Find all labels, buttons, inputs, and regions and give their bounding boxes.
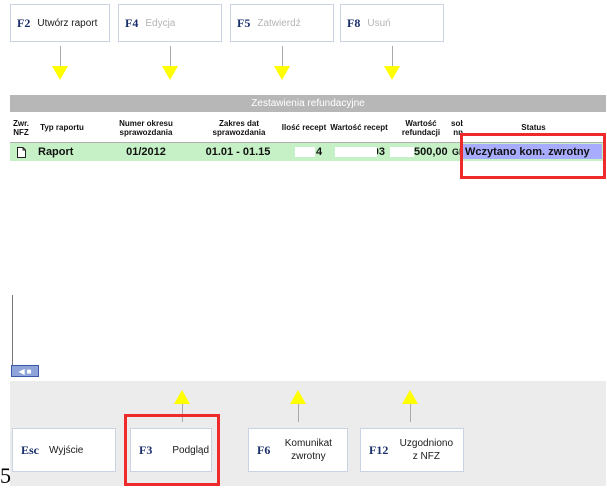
- col-header-zwr-nfz[interactable]: Zwr. NFZ: [10, 113, 32, 142]
- cell-period-number: 01/2012: [126, 146, 166, 158]
- redaction-mask: [335, 147, 377, 157]
- arrow-stem: [298, 404, 299, 422]
- f12-label: Uzgodniono z NFZ: [399, 438, 454, 462]
- f2-key-label: F2: [17, 15, 31, 30]
- status-highlight-box: [460, 133, 606, 179]
- scroll-left-icon[interactable]: ◀: [19, 367, 25, 376]
- f12-key-label: F12: [369, 442, 389, 457]
- document-icon: [14, 143, 28, 161]
- table-title: Zestawienia refundacyjne: [10, 95, 606, 112]
- arrow-stem: [410, 404, 411, 422]
- redaction-mask: [295, 147, 315, 157]
- f8-label: Usuń: [367, 17, 391, 29]
- down-arrow-icon: [274, 66, 290, 80]
- col-header-prescription-count[interactable]: Ilość recept: [280, 113, 328, 142]
- f6-return-message-button[interactable]: F6 Komunikat zwrotny: [248, 428, 348, 472]
- arrow-stem: [60, 46, 61, 66]
- f3-highlight-box: [124, 414, 220, 486]
- f12-agreed-nfz-button[interactable]: F12 Uzgodniono z NFZ: [360, 428, 464, 472]
- vertical-scrollbar[interactable]: [12, 295, 13, 365]
- down-arrow-icon: [162, 66, 178, 80]
- f2-create-report-button[interactable]: F2 Utwórz raport: [10, 4, 110, 42]
- stray-character: 5: [0, 463, 11, 488]
- down-arrow-icon: [52, 66, 68, 80]
- cell-report-type: Raport: [38, 146, 74, 158]
- f2-label: Utwórz raport: [37, 17, 98, 29]
- f4-edit-button[interactable]: F4 Edycja: [118, 4, 222, 42]
- col-header-refund-value[interactable]: Wartość refundacji: [392, 113, 450, 142]
- f4-key-label: F4: [125, 15, 139, 30]
- up-arrow-icon: [174, 390, 190, 404]
- esc-label: Wyjście: [49, 444, 84, 456]
- redaction-mask: [390, 147, 414, 157]
- f5-key-label: F5: [237, 15, 251, 30]
- esc-key-label: Esc: [21, 442, 39, 457]
- arrow-stem: [282, 46, 283, 66]
- f6-label: Komunikat zwrotny: [284, 438, 332, 462]
- f8-delete-button[interactable]: F8 Usuń: [340, 4, 444, 42]
- arrow-stem: [392, 46, 393, 66]
- horizontal-scroll-control[interactable]: ◀ ■: [11, 365, 39, 377]
- f5-label: Zatwierdź: [257, 17, 301, 29]
- f8-key-label: F8: [347, 15, 361, 30]
- scroll-thumb-icon[interactable]: ■: [27, 367, 32, 376]
- down-arrow-icon: [384, 66, 400, 80]
- f5-approve-button[interactable]: F5 Zatwierdź: [230, 4, 334, 42]
- f4-label: Edycja: [145, 17, 176, 29]
- esc-exit-button[interactable]: Esc Wyjście: [12, 428, 116, 472]
- cell-refund-value: 500,00: [414, 146, 448, 158]
- cell-date-range: 01.01 - 01.15: [205, 146, 271, 158]
- col-header-report-type[interactable]: Typ raportu: [34, 113, 90, 142]
- col-header-period-number[interactable]: Numer okresu sprawozdania: [96, 113, 196, 142]
- arrow-stem: [170, 46, 171, 66]
- up-arrow-icon: [290, 390, 306, 404]
- col-header-prescription-value[interactable]: Wartość recept: [330, 113, 388, 142]
- up-arrow-icon: [402, 390, 418, 404]
- col-header-date-range[interactable]: Zakres dat sprawozdania: [200, 113, 278, 142]
- f6-key-label: F6: [257, 442, 271, 457]
- cell-prescription-count: 4: [316, 146, 323, 158]
